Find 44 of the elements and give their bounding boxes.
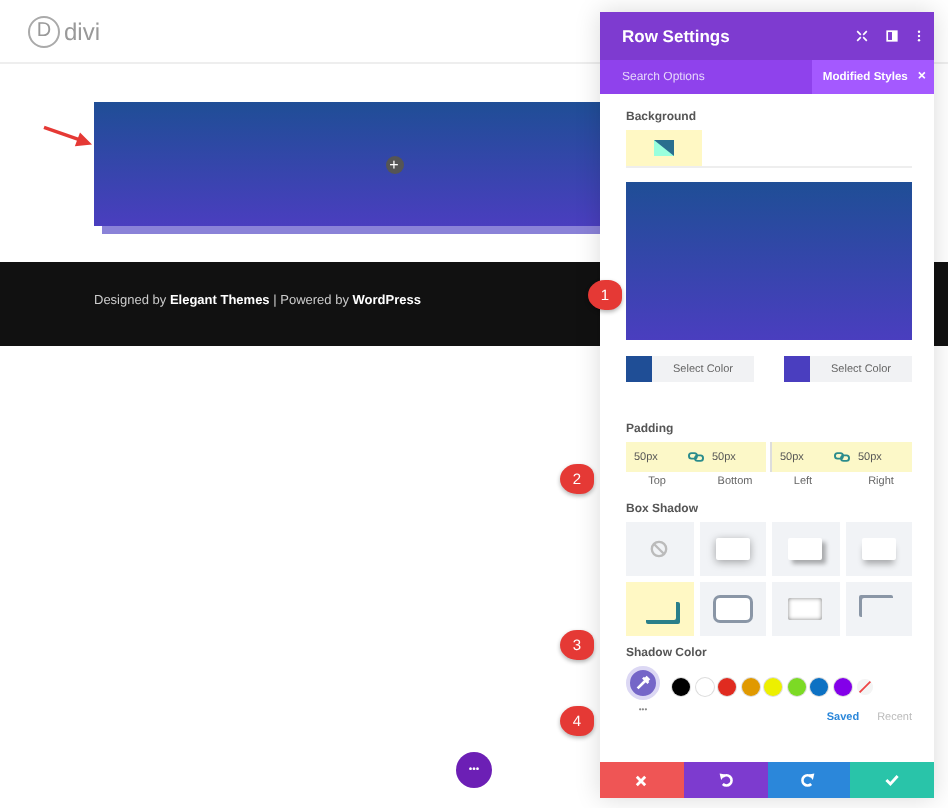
- add-button[interactable]: +: [385, 155, 403, 173]
- shadow-preview-icon: [788, 598, 823, 620]
- shadow-preview-icon: [715, 598, 750, 620]
- color-swatch[interactable]: [784, 356, 810, 382]
- no-color-icon[interactable]: [856, 678, 874, 696]
- undo-button[interactable]: [683, 762, 767, 798]
- link-icon[interactable]: [834, 452, 850, 462]
- shadow-option[interactable]: [626, 582, 693, 636]
- eyedropper-button[interactable]: [626, 666, 660, 700]
- shadow-preview-icon: [861, 538, 896, 560]
- link-icon[interactable]: [688, 452, 704, 462]
- logo-icon: D: [28, 15, 60, 47]
- gradient-icon: [654, 140, 674, 156]
- shadow-option[interactable]: [699, 582, 766, 636]
- shadow-option[interactable]: [845, 582, 912, 636]
- expand-icon[interactable]: [856, 30, 868, 42]
- shadow-preview-icon: [715, 538, 750, 560]
- undo-icon: [717, 772, 734, 788]
- color-swatch[interactable]: [787, 678, 805, 696]
- redo-icon: [800, 772, 817, 788]
- gradient-tab[interactable]: [626, 130, 702, 166]
- color-swatch[interactable]: [672, 678, 690, 696]
- color-swatch[interactable]: [741, 678, 759, 696]
- shadow-preview-icon: [861, 598, 896, 620]
- redo-button[interactable]: [767, 762, 851, 798]
- cancel-button[interactable]: [600, 762, 684, 798]
- shadow-option[interactable]: [772, 522, 839, 576]
- kebab-menu-icon[interactable]: [916, 30, 922, 42]
- check-icon: [884, 772, 901, 788]
- color-swatch[interactable]: [695, 678, 713, 696]
- color-swatch[interactable]: [810, 678, 828, 696]
- close-icon: [634, 773, 649, 787]
- color-swatch[interactable]: [833, 678, 851, 696]
- color-swatch[interactable]: [626, 356, 652, 382]
- shadow-preview-icon: [642, 598, 677, 620]
- color-swatch[interactable]: [764, 678, 782, 696]
- none-icon: [650, 540, 669, 558]
- color-swatch[interactable]: [718, 678, 736, 696]
- shadow-preview-icon: [788, 538, 823, 560]
- arrow-icon: [42, 124, 94, 148]
- logo-text: divi: [64, 17, 101, 45]
- panel-title: Row Settings: [622, 26, 732, 46]
- eyedropper-icon: [634, 674, 652, 692]
- sidebar-icon[interactable]: [886, 30, 898, 42]
